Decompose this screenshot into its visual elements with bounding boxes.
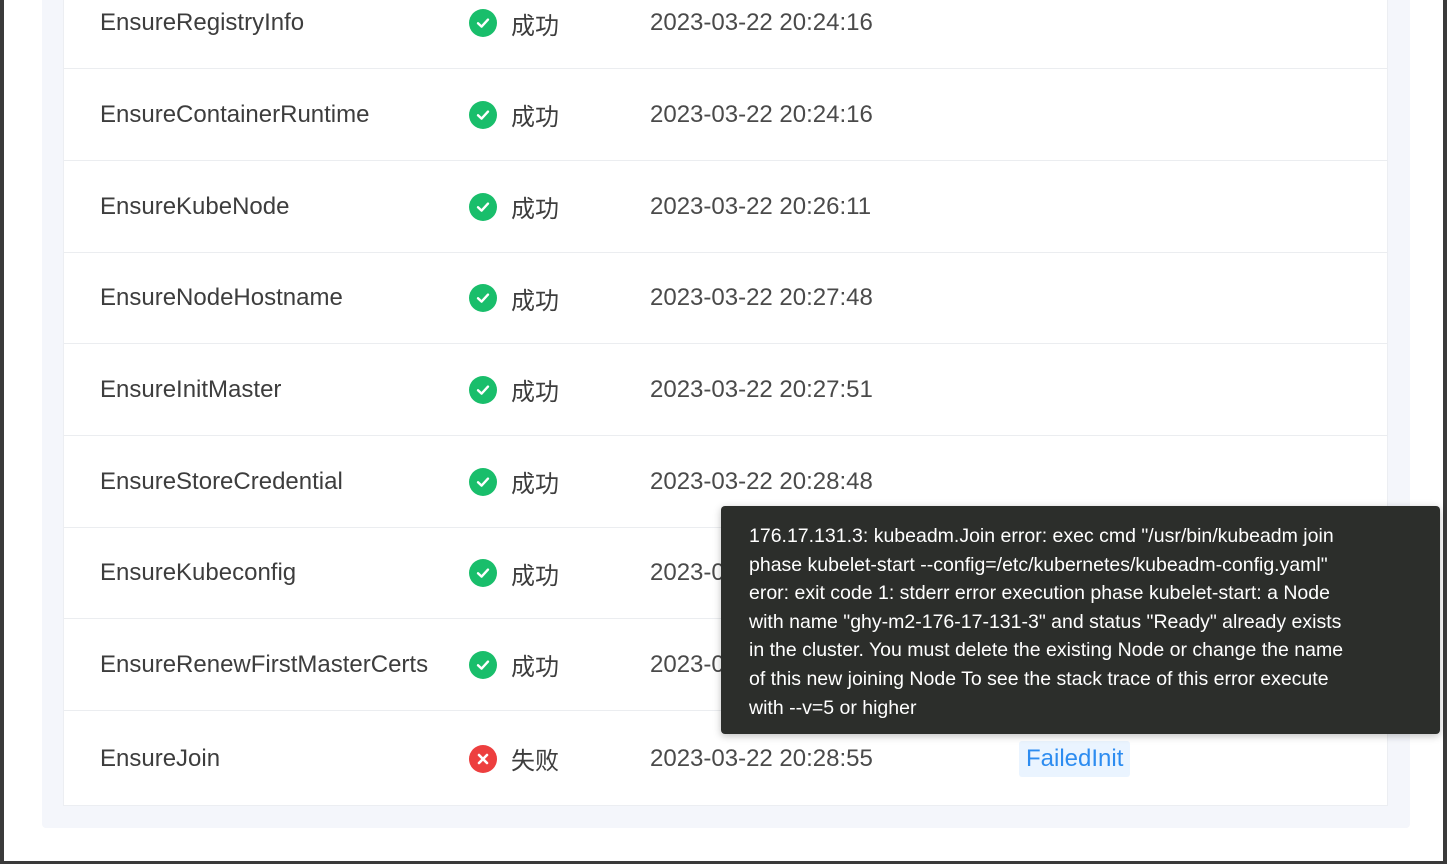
tooltip-line: 176.17.131.3: kubeadm.Join error: exec c… [749,525,1334,547]
tooltip-line: phase kubelet-start --config=/etc/kubern… [749,553,1328,576]
success-check-icon [469,467,497,496]
success-check-icon [469,9,497,37]
success-check-icon [469,192,497,221]
task-name: EnsureContainerRuntime [100,100,370,128]
status-label: 成功 [511,12,559,40]
task-status: 成功 [469,528,559,618]
status-label: 成功 [511,196,559,223]
status-label: 成功 [511,104,559,131]
task-status: 成功 [469,0,559,68]
error-tooltip: 176.17.131.3: kubeadm.Join error: exec c… [721,506,1440,734]
task-time: 2023-03-22 20:27:51 [650,375,873,403]
task-status: 成功 [469,253,559,343]
task-status: 成功 [469,619,559,710]
table-row: EnsureKubeNode 成功 2023-03-22 20:26:11 [64,161,1387,253]
tooltip-line: in the cluster. You must delete the exis… [749,639,1344,662]
tooltip-line: eror: exit code 1: stderr error executio… [749,582,1330,605]
task-status: 成功 [469,436,559,527]
table-row: EnsureInitMaster 成功 2023-03-22 20:27:51 [64,344,1387,436]
status-label: 成功 [511,379,559,406]
task-name: EnsureJoin [100,744,221,772]
task-name: EnsureKubeNode [100,192,290,220]
task-name: EnsureStoreCredential [100,467,343,495]
status-label: 成功 [511,287,559,315]
task-status: 成功 [469,161,559,252]
success-check-icon [469,375,497,404]
task-name: EnsureInitMaster [100,375,282,403]
task-status: 成功 [469,69,559,160]
failure-x-icon [469,744,497,773]
status-label: 成功 [511,654,559,681]
tooltip-line: with name "ghy-m2-176-17-131-3" and stat… [749,610,1342,633]
task-name: EnsureNodeHostname [100,284,343,311]
dialog-window: EnsureRegistryInfo 成功 2023-03-22 20:24:1… [0,0,1447,864]
task-name: EnsureKubeconfig [100,559,297,586]
task-name: EnsureRenewFirstMasterCerts [100,650,429,678]
task-time: 2023-03-22 20:27:48 [650,284,873,311]
success-check-icon [469,559,497,587]
failed-reason-tag[interactable]: FailedInit [1019,740,1131,777]
success-check-icon [469,650,497,679]
status-label: 成功 [511,471,559,498]
task-status: 成功 [469,344,559,435]
tooltip-line: of this new joining Node To see the stac… [749,667,1329,690]
table-row: EnsureNodeHostname 成功 2023-03-22 20:27:4… [64,253,1387,344]
task-time: 2023-03-22 20:26:11 [650,192,872,220]
status-label: 失败 [511,748,559,775]
task-time: 2023-03-22 20:24:16 [650,100,873,128]
table-row: EnsureRegistryInfo 成功 2023-03-22 20:24:1… [64,0,1387,69]
table-row: EnsureContainerRuntime 成功 2023-03-22 20:… [64,69,1387,161]
status-label: 成功 [511,562,559,590]
task-name: EnsureRegistryInfo [100,9,305,36]
success-check-icon [469,100,497,129]
success-check-icon [469,284,497,312]
tooltip-line: with --v=5 or higher [749,696,917,719]
task-status: 失败 [469,711,559,806]
task-time: 2023-03-22 20:24:16 [650,9,873,36]
